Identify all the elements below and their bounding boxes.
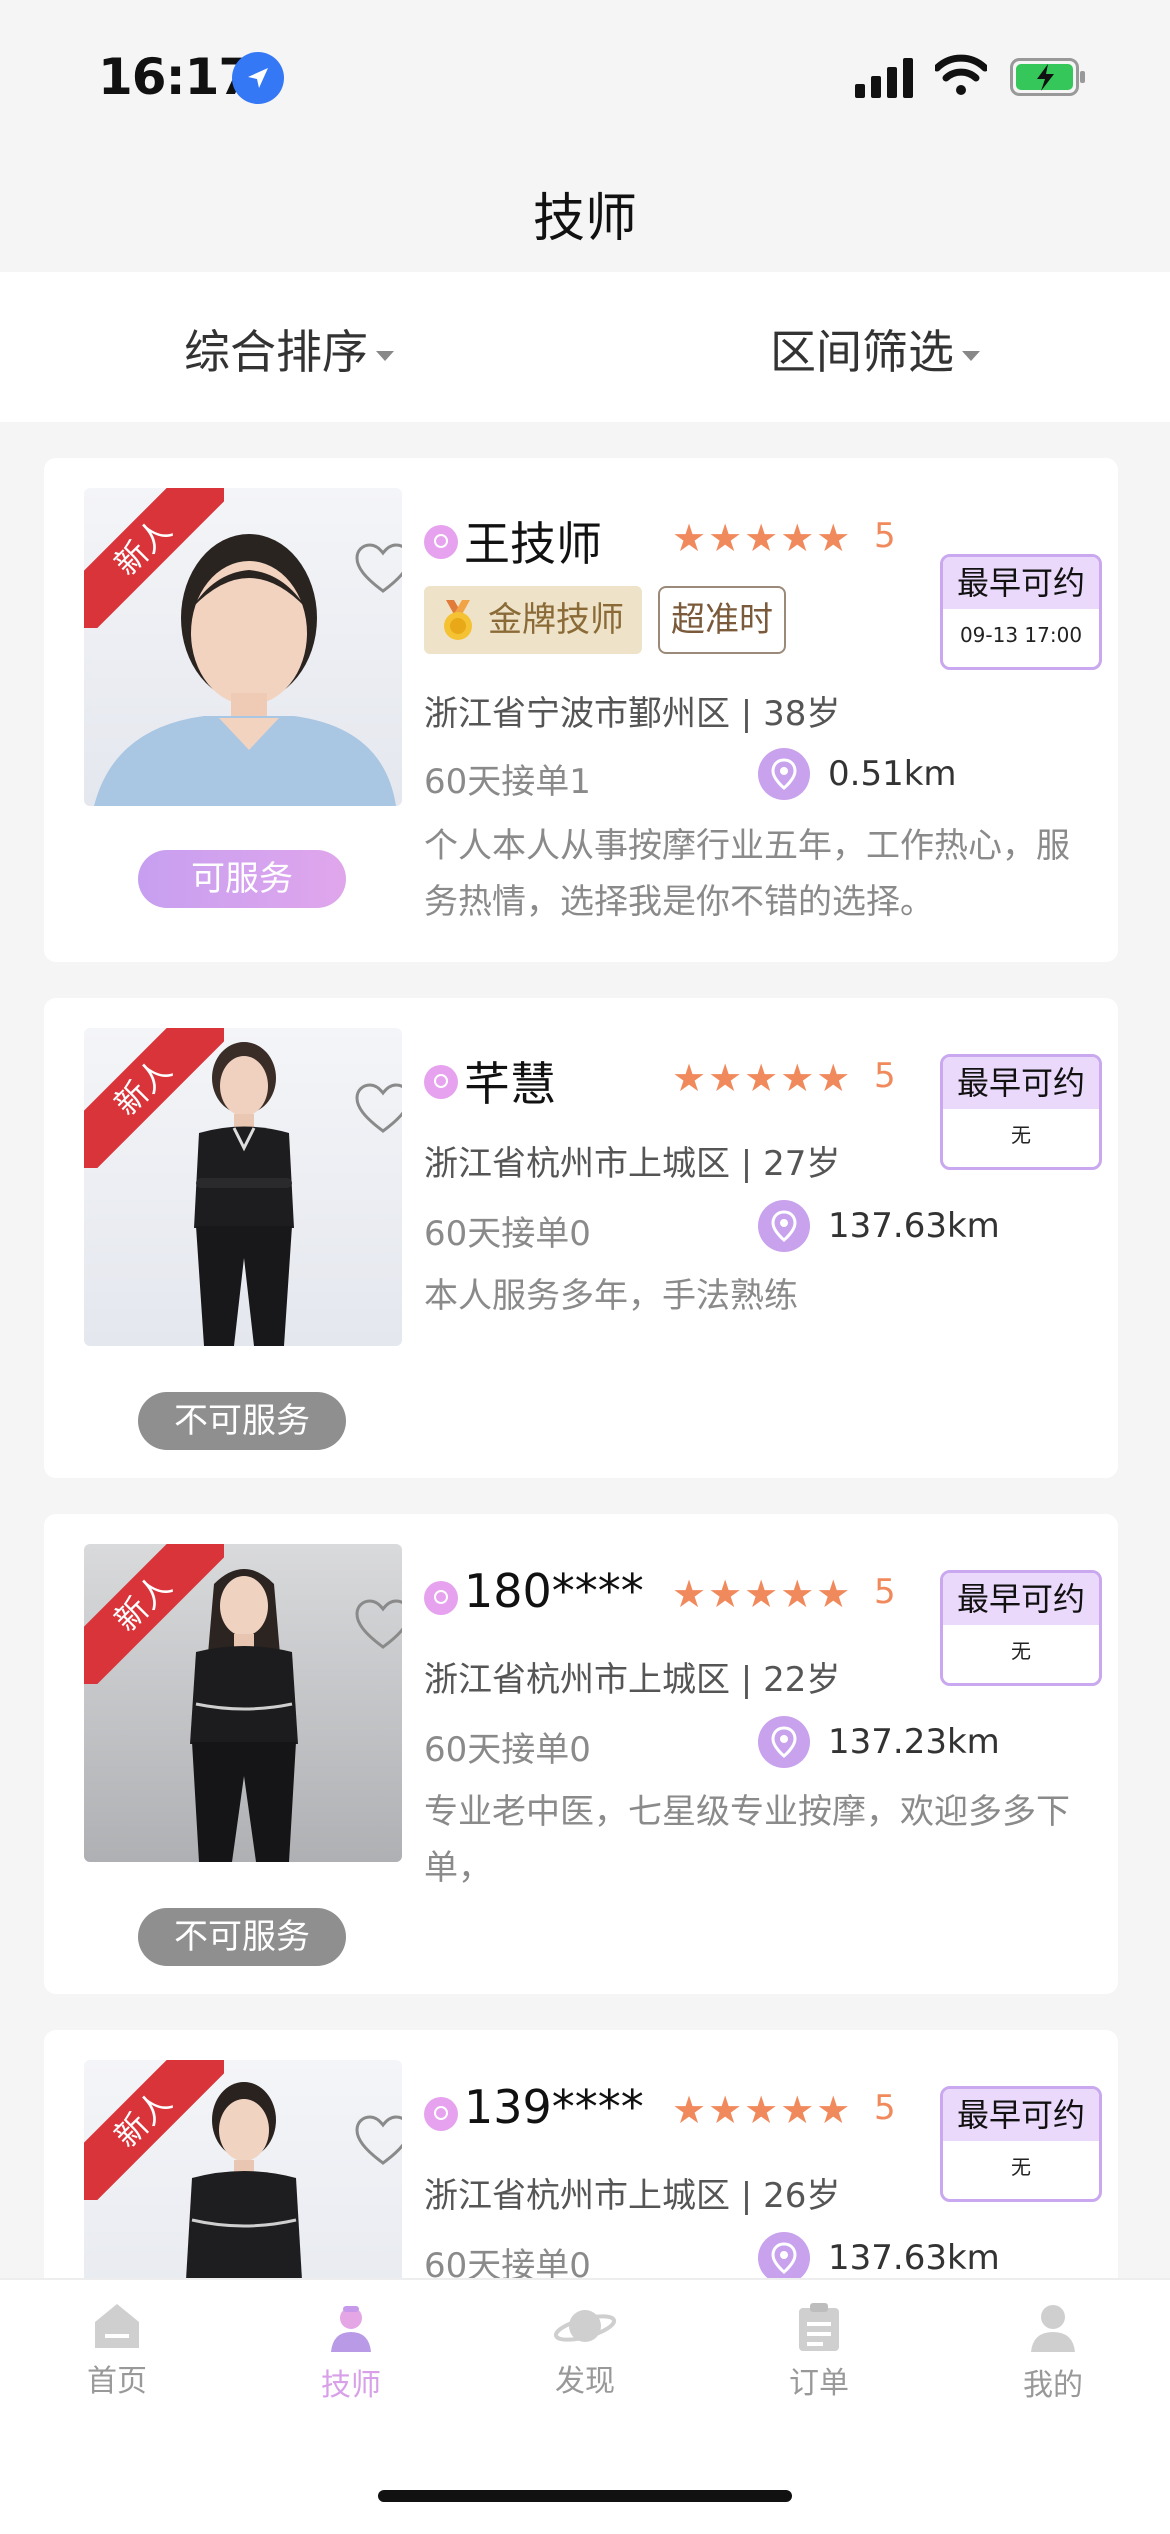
tab-label: 首页: [87, 2364, 147, 2399]
caret-down-icon: [376, 350, 394, 361]
earliest-booking[interactable]: 最早可约 无: [940, 1570, 1102, 1686]
home-indicator: [378, 2490, 792, 2502]
status-bar: 16:17: [0, 0, 1170, 150]
distance: 137.63km: [828, 1206, 1000, 1246]
technician-intro: 本人服务多年，手法熟练: [424, 1276, 798, 1316]
heart-icon[interactable]: [354, 543, 402, 595]
rating-score: 5: [874, 1056, 896, 1096]
caret-down-icon: [962, 350, 980, 361]
earliest-label: 最早可约: [943, 557, 1099, 609]
heart-icon[interactable]: [354, 1599, 402, 1651]
technician-card[interactable]: 新人 不可服务 180****4 ★★★★★ 5 最早可约 无 浙江省杭州市上城…: [44, 1514, 1118, 1994]
tab-discover[interactable]: 发现: [468, 2302, 702, 2400]
range-filter-dropdown[interactable]: 区间筛选: [770, 316, 980, 382]
earliest-booking[interactable]: 最早可约 无: [940, 2086, 1102, 2202]
technician-address: 浙江省杭州市上城区 | 26岁: [424, 2176, 841, 2216]
service-status: 不可服务: [138, 1392, 346, 1450]
verified-icon: [424, 2097, 458, 2131]
new-ribbon: 新人: [84, 1028, 224, 1168]
technician-photo: 新人: [84, 488, 402, 806]
punctual-tag: 超准时: [658, 586, 786, 654]
distance: 0.51km: [828, 754, 957, 794]
tab-label: 技师: [321, 2368, 381, 2403]
tab-home[interactable]: 首页: [0, 2302, 234, 2400]
technician-name: 180****4: [464, 1564, 644, 1618]
order-count: 60天接单0: [424, 1214, 591, 1254]
location-pin-icon: [758, 748, 810, 800]
technician-name: 王技师: [464, 517, 602, 571]
sort-dropdown[interactable]: 综合排序: [184, 316, 394, 382]
heart-icon[interactable]: [354, 1083, 402, 1135]
location-arrow-icon: [232, 52, 284, 104]
new-ribbon: 新人: [84, 1544, 224, 1684]
location-pin-icon: [758, 1200, 810, 1252]
status-time: 16:17: [98, 48, 253, 106]
tab-label: 我的: [1023, 2368, 1083, 2403]
earliest-value: 无: [1011, 1639, 1031, 1663]
technician-intro: 专业老中医，七星级专业按摩，欢迎多多下单，: [424, 1792, 1070, 1888]
order-count: 60天接单0: [424, 1730, 591, 1770]
cellular-signal-icon: [855, 58, 913, 98]
medal-icon: [444, 600, 472, 640]
tab-label: 发现: [555, 2364, 615, 2399]
technician-address: 浙江省杭州市上城区 | 27岁: [424, 1144, 841, 1184]
verified-icon: [424, 1581, 458, 1615]
technician-photo: 新人: [84, 1544, 402, 1862]
service-status: 可服务: [138, 850, 346, 908]
technician-photo: 新人: [84, 1028, 402, 1346]
earliest-value: 09-13 17:00: [959, 623, 1083, 647]
new-ribbon: 新人: [84, 2060, 224, 2200]
star-rating-icon: ★★★★★: [672, 1572, 853, 1616]
gold-tag-label: 金牌技师: [488, 600, 624, 640]
person-icon: [1031, 2305, 1075, 2352]
home-icon: [95, 2304, 139, 2348]
tab-technician[interactable]: 技师: [234, 2302, 468, 2404]
gold-tag: 金牌技师: [424, 586, 642, 654]
earliest-label: 最早可约: [943, 1057, 1099, 1109]
planet-icon: [553, 2310, 617, 2342]
wifi-icon: [935, 54, 987, 95]
verified-icon: [424, 1065, 458, 1099]
technician-card[interactable]: 新人 可服务 王技师 ★★★★★ 5 最早可约 09-13 17:00 金牌技师…: [44, 458, 1118, 962]
tab-label: 订单: [789, 2366, 849, 2401]
verified-icon: [424, 525, 458, 559]
distance: 137.63km: [828, 2238, 1000, 2278]
order-count: 60天接单1: [424, 762, 591, 802]
earliest-value: 无: [1011, 1123, 1031, 1147]
distance: 137.23km: [828, 1722, 1000, 1762]
rating-score: 5: [874, 1572, 896, 1612]
technician-card[interactable]: 新人 不可服务 芊慧 ★★★★★ 5 最早可约 无 浙江省杭州市上城区 | 27…: [44, 998, 1118, 1478]
earliest-booking[interactable]: 最早可约 09-13 17:00: [940, 554, 1102, 670]
rating-score: 5: [874, 2088, 896, 2128]
heart-icon[interactable]: [354, 2115, 402, 2167]
earliest-booking[interactable]: 最早可约 无: [940, 1054, 1102, 1170]
star-rating-icon: ★★★★★: [672, 2088, 853, 2132]
clipboard-icon: [799, 2303, 839, 2351]
technician-intro: 个人本人从事按摩行业五年，工作热心，服务热情，选择我是你不错的选择。: [424, 826, 1070, 922]
technician-name: 芊慧: [464, 1057, 556, 1111]
range-filter-label: 区间筛选: [770, 325, 954, 379]
earliest-label: 最早可约: [943, 1573, 1099, 1625]
earliest-label: 最早可约: [943, 2089, 1099, 2141]
sort-label: 综合排序: [184, 325, 368, 379]
filter-bar: 综合排序 区间筛选: [0, 272, 1170, 422]
technician-icon: [331, 2306, 371, 2352]
tab-orders[interactable]: 订单: [702, 2302, 936, 2402]
rating-score: 5: [874, 516, 896, 556]
star-rating-icon: ★★★★★: [672, 1056, 853, 1100]
location-pin-icon: [758, 2232, 810, 2284]
location-pin-icon: [758, 1716, 810, 1768]
technician-address: 浙江省杭州市上城区 | 22岁: [424, 1660, 841, 1700]
service-status: 不可服务: [138, 1908, 346, 1966]
tab-me[interactable]: 我的: [936, 2302, 1170, 2404]
nav-bar: 技师: [0, 150, 1170, 272]
star-rating-icon: ★★★★★: [672, 516, 853, 560]
new-ribbon: 新人: [84, 488, 224, 628]
technician-name: 139****3: [464, 2080, 644, 2134]
page-title: 技师: [532, 189, 637, 249]
technician-address: 浙江省宁波市鄞州区 | 38岁: [424, 694, 841, 734]
battery-charging-icon: [1010, 58, 1085, 96]
earliest-value: 无: [1011, 2155, 1031, 2179]
